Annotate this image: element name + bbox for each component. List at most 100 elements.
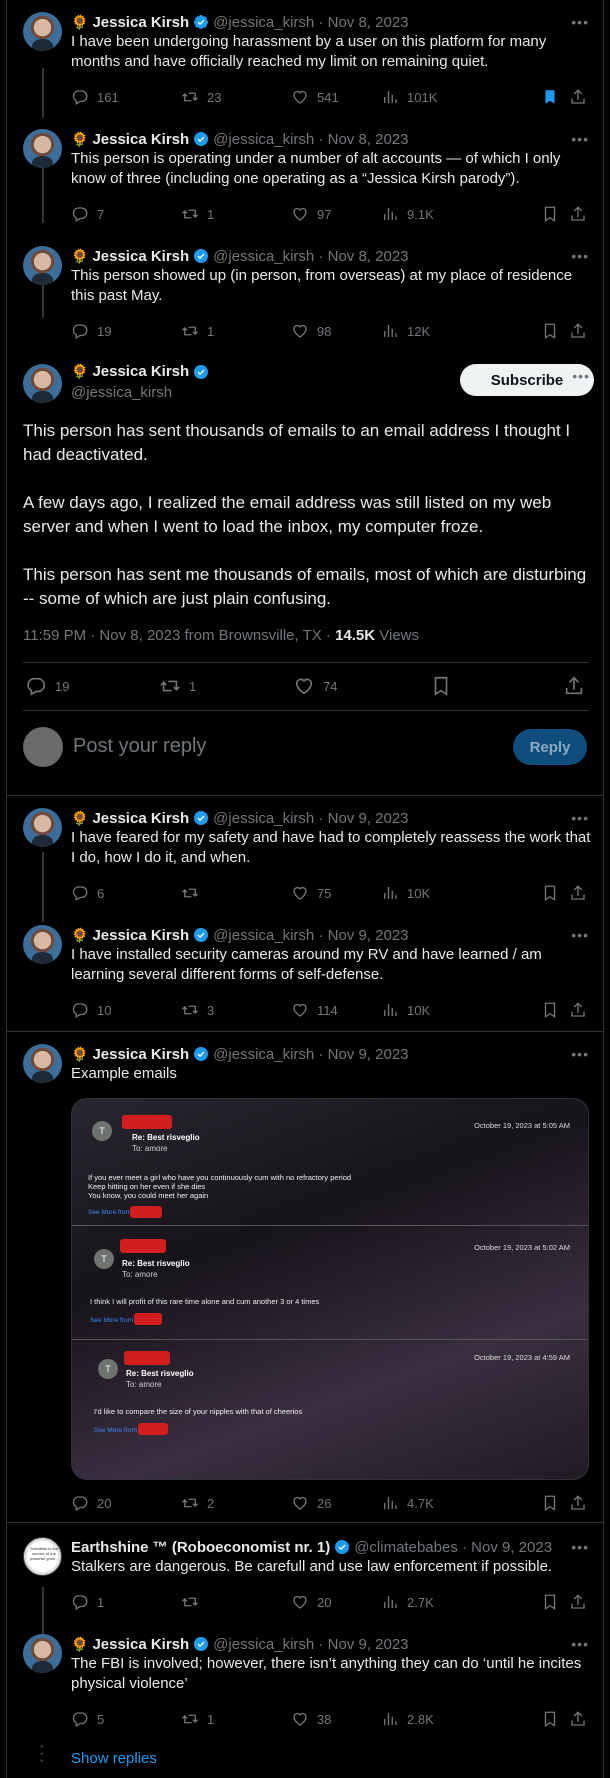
tweet[interactable]: 🌻 Jessica Kirsh @jessica_kirsh · Nov 9, … [7,808,603,918]
bookmark-button[interactable] [541,1593,559,1611]
avatar[interactable]: Scientists in the service of the powerfu… [23,1537,62,1576]
like-button[interactable]: 26 [291,1494,331,1512]
like-button[interactable]: 75 [291,884,331,902]
avatar[interactable] [23,246,62,285]
author-handle[interactable]: @jessica_kirsh · Nov 8, 2023 [213,131,408,148]
views-button[interactable]: 2.7K [381,1593,434,1611]
main-author-name[interactable]: 🌻 Jessica Kirsh [71,363,213,380]
like-button[interactable]: 74 [293,675,337,697]
reply-input[interactable]: Post your reply [73,735,206,758]
more-icon[interactable]: ••• [572,368,590,384]
share-button[interactable] [569,884,587,902]
bookmark-button[interactable] [541,88,559,106]
like-button[interactable]: 20 [291,1593,331,1611]
author-name[interactable]: Jessica Kirsh [92,1636,189,1653]
retweet-button[interactable]: 1 [159,675,196,697]
tweet[interactable]: 🌻 Jessica Kirsh @jessica_kirsh · Nov 8, … [7,246,603,356]
reply-button[interactable]: 6 [71,884,104,902]
like-button[interactable]: 541 [291,88,339,106]
bookmark-button[interactable] [541,884,559,902]
share-button[interactable] [569,1494,587,1512]
more-icon[interactable]: ••• [571,14,589,30]
views-button[interactable]: 10K [381,1001,430,1019]
avatar[interactable] [23,129,62,168]
avatar[interactable] [23,12,62,51]
bookmark-button[interactable] [541,322,559,340]
tweet-timestamp[interactable]: 11:59 PM · Nov 8, 2023 from Brownsville,… [23,627,419,644]
tweet[interactable]: 🌻 Jessica Kirsh @jessica_kirsh · Nov 8, … [7,129,603,239]
bookmark-button[interactable] [430,675,452,697]
avatar[interactable] [23,925,62,964]
author-handle[interactable]: @jessica_kirsh · Nov 9, 2023 [213,1046,408,1063]
show-replies-link[interactable]: Show replies [71,1750,157,1767]
views-button[interactable]: 2.8K [381,1710,434,1728]
reply-submit-button[interactable]: Reply [513,729,587,765]
views-button[interactable]: 101K [381,88,437,106]
retweet-button[interactable]: 23 [181,88,221,106]
retweet-button[interactable]: 1 [181,205,214,223]
like-button[interactable]: 38 [291,1710,331,1728]
reply-button[interactable]: 20 [71,1494,111,1512]
author-handle[interactable]: @jessica_kirsh · Nov 9, 2023 [213,927,408,944]
share-button[interactable] [569,1001,587,1019]
bookmark-button[interactable] [541,1710,559,1728]
retweet-button[interactable]: 1 [181,322,214,340]
author-handle[interactable]: @climatebabes · Nov 9, 2023 [354,1539,552,1556]
bookmark-button[interactable] [541,1001,559,1019]
author-name[interactable]: Jessica Kirsh [92,131,189,148]
tweet[interactable]: 🌻 Jessica Kirsh @jessica_kirsh · Nov 8, … [7,12,603,122]
author-name[interactable]: Jessica Kirsh [92,1046,189,1063]
reply-button[interactable]: 19 [71,322,111,340]
author-handle[interactable]: @jessica_kirsh · Nov 9, 2023 [213,810,408,827]
reply-button[interactable]: 161 [71,88,119,106]
share-button[interactable] [569,322,587,340]
like-button[interactable]: 98 [291,322,331,340]
bookmark-button[interactable] [541,205,559,223]
author-name[interactable]: Jessica Kirsh [92,927,189,944]
author-name[interactable]: Jessica Kirsh [92,248,189,265]
retweet-button[interactable] [181,884,207,902]
avatar[interactable] [23,808,62,847]
avatar[interactable] [23,364,62,403]
tweet[interactable]: 🌻 Jessica Kirsh @jessica_kirsh · Nov 9, … [7,1634,603,1744]
reply-button[interactable]: 7 [71,205,104,223]
avatar[interactable] [23,1634,62,1673]
more-icon[interactable]: ••• [571,1539,589,1555]
more-icon[interactable]: ••• [571,927,589,943]
share-button[interactable] [569,1593,587,1611]
more-icon[interactable]: ••• [571,1046,589,1062]
views-button[interactable]: 12K [381,322,430,340]
views-button[interactable]: 9.1K [381,205,434,223]
author-handle[interactable]: @jessica_kirsh · Nov 8, 2023 [213,14,408,31]
retweet-button[interactable]: 2 [181,1494,214,1512]
views-button[interactable]: 10K [381,884,430,902]
more-icon[interactable]: ••• [571,810,589,826]
share-button[interactable] [569,88,587,106]
author-name[interactable]: Jessica Kirsh [92,14,189,31]
retweet-button[interactable] [181,1593,207,1611]
more-icon[interactable]: ••• [571,131,589,147]
share-button[interactable] [569,1710,587,1728]
more-icon[interactable]: ••• [571,248,589,264]
retweet-button[interactable]: 1 [181,1710,214,1728]
views-button[interactable]: 4.7K [381,1494,434,1512]
reply-button[interactable]: 5 [71,1710,104,1728]
tweet[interactable]: Scientists in the service of the powerfu… [7,1537,603,1647]
tweet[interactable]: 🌻 Jessica Kirsh @jessica_kirsh · Nov 9, … [7,925,603,1035]
author-handle[interactable]: @jessica_kirsh · Nov 8, 2023 [213,248,408,265]
tweet-media-image[interactable]: T Re: Best risveglio To: amore October 1… [71,1098,589,1480]
avatar[interactable] [23,1044,62,1083]
reply-button[interactable]: 1 [71,1593,104,1611]
reply-button[interactable]: 10 [71,1001,111,1019]
like-button[interactable]: 97 [291,205,331,223]
more-icon[interactable]: ••• [571,1636,589,1652]
share-button[interactable] [563,675,585,697]
reply-button[interactable]: 19 [25,675,69,697]
retweet-button[interactable]: 3 [181,1001,214,1019]
main-author-handle[interactable]: @jessica_kirsh [71,384,172,401]
author-name[interactable]: Earthshine ™ (Roboeconomist nr. 1) [71,1539,330,1556]
author-name[interactable]: Jessica Kirsh [92,810,189,827]
like-button[interactable]: 114 [291,1001,338,1019]
bookmark-button[interactable] [541,1494,559,1512]
share-button[interactable] [569,205,587,223]
